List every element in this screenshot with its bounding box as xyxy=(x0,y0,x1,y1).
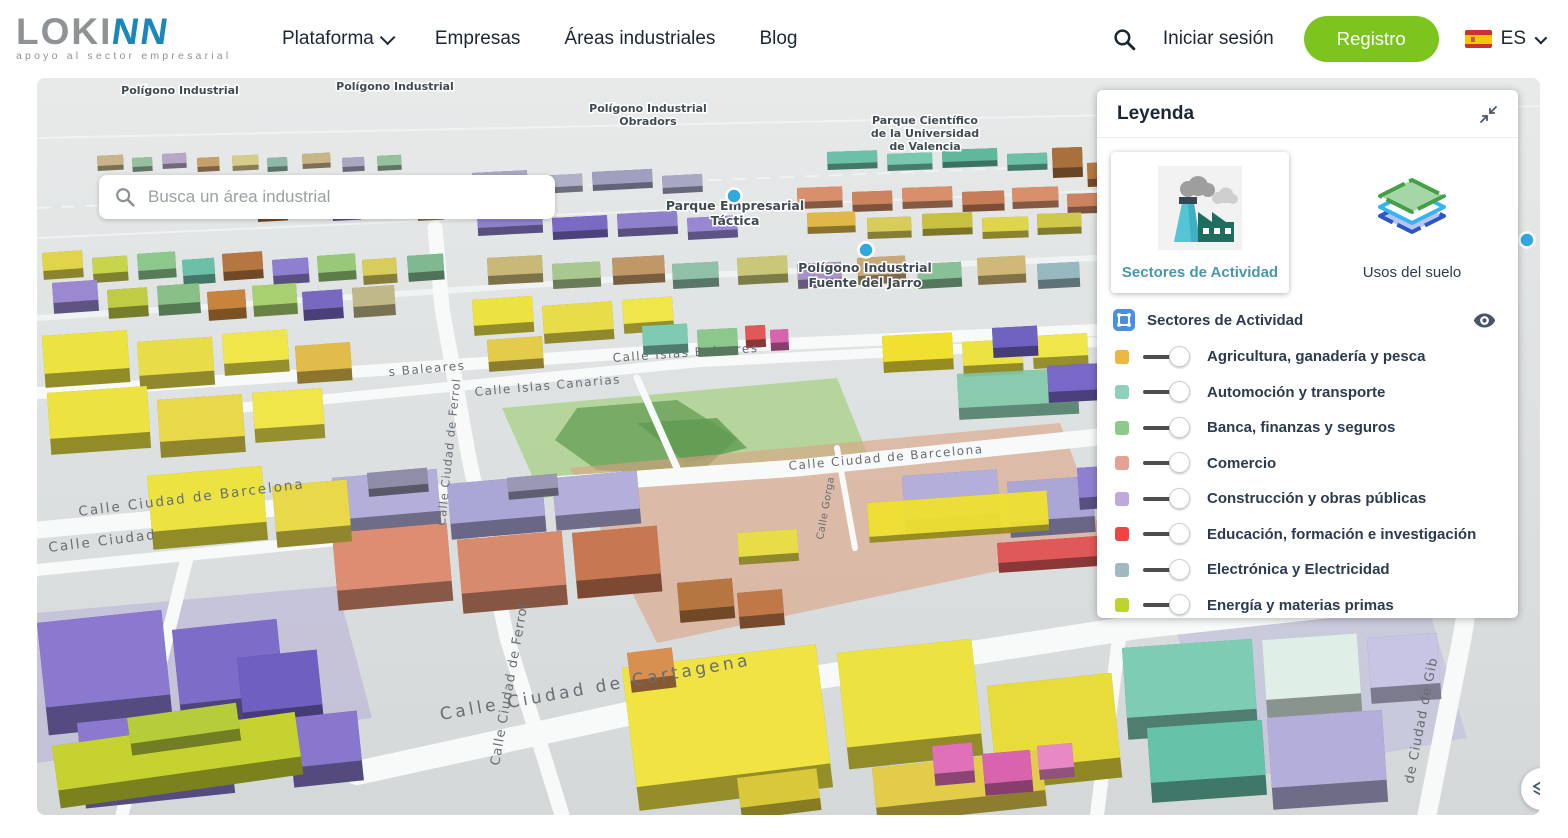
language-selector[interactable]: ES xyxy=(1465,28,1544,50)
svg-text:Polígono Industrial: Polígono Industrial xyxy=(336,80,454,93)
sector-opacity-slider[interactable] xyxy=(1143,523,1199,545)
sector-row: Educación, formación e investigación xyxy=(1115,517,1518,553)
lokinn-logo[interactable]: LOKINN apoyo al sector empresarial xyxy=(16,17,254,62)
sector-label: Agricultura, ganadería y pesca xyxy=(1207,348,1425,365)
sector-row: Agricultura, ganadería y pesca xyxy=(1115,339,1518,375)
sector-label: Educación, formación e investigación xyxy=(1207,526,1476,543)
main-nav: Plataforma Empresas Áreas industriales B… xyxy=(282,28,797,50)
search-icon[interactable] xyxy=(1112,27,1137,52)
sector-label: Electrónica y Electricidad xyxy=(1207,561,1390,578)
svg-text:Polígono IndustrialFuente del: Polígono IndustrialFuente del Jarro xyxy=(798,260,932,290)
sector-color-swatch xyxy=(1115,456,1129,470)
legend-title: Leyenda xyxy=(1117,103,1194,125)
legend-panel: Leyenda xyxy=(1097,90,1518,618)
spain-flag-icon xyxy=(1465,30,1492,48)
layers-icon xyxy=(1531,778,1540,800)
language-code: ES xyxy=(1501,28,1526,50)
logo-wordmark: LOKINN xyxy=(16,17,254,47)
nav-item-plataforma[interactable]: Plataforma xyxy=(282,28,391,50)
sector-label: Construcción y obras públicas xyxy=(1207,490,1426,507)
sector-color-swatch xyxy=(1115,563,1129,577)
sector-color-swatch xyxy=(1115,385,1129,399)
legend-header: Leyenda xyxy=(1097,90,1518,138)
sector-color-swatch xyxy=(1115,598,1129,612)
vector-square-icon xyxy=(1113,309,1135,331)
sector-label: Energía y materias primas xyxy=(1207,597,1394,614)
sector-label: Comercio xyxy=(1207,455,1276,472)
sector-color-swatch xyxy=(1115,350,1129,364)
sector-opacity-slider[interactable] xyxy=(1143,417,1199,439)
search-icon xyxy=(114,186,136,208)
map-marker[interactable] xyxy=(859,243,874,258)
header-actions: Iniciar sesión Registro ES xyxy=(1112,16,1544,62)
factory-icon xyxy=(1158,166,1242,250)
sector-opacity-slider[interactable] xyxy=(1143,488,1199,510)
sector-row: Electrónica y Electricidad xyxy=(1115,552,1518,588)
login-link[interactable]: Iniciar sesión xyxy=(1163,28,1274,50)
sector-opacity-slider[interactable] xyxy=(1143,594,1199,616)
sector-opacity-slider[interactable] xyxy=(1143,346,1199,368)
sector-label: Banca, finanzas y seguros xyxy=(1207,419,1395,436)
sector-color-swatch xyxy=(1115,527,1129,541)
legend-section-title: Sectores de Actividad xyxy=(1147,312,1473,329)
map-search-box xyxy=(99,175,555,219)
map-marker[interactable] xyxy=(1520,233,1535,248)
nav-item-areas-industriales[interactable]: Áreas industriales xyxy=(564,28,715,50)
sector-row: Construcción y obras públicas xyxy=(1115,481,1518,517)
land-use-layers-icon xyxy=(1370,166,1454,250)
sector-row: Energía y materias primas xyxy=(1115,588,1518,619)
sector-color-swatch xyxy=(1115,492,1129,506)
sector-list: Agricultura, ganadería y pesca Automoción… xyxy=(1097,335,1518,618)
tab-label: Usos del suelo xyxy=(1329,264,1495,281)
search-input[interactable] xyxy=(148,187,555,207)
register-button[interactable]: Registro xyxy=(1304,16,1439,62)
nav-item-blog[interactable]: Blog xyxy=(759,28,797,50)
visibility-eye-icon[interactable] xyxy=(1473,313,1496,328)
nav-item-empresas[interactable]: Empresas xyxy=(435,28,521,50)
sector-row: Comercio xyxy=(1115,446,1518,482)
sector-label: Automoción y transporte xyxy=(1207,384,1385,401)
sector-opacity-slider[interactable] xyxy=(1143,452,1199,474)
top-navbar: LOKINN apoyo al sector empresarial Plata… xyxy=(0,0,1568,78)
sector-opacity-slider[interactable] xyxy=(1143,559,1199,581)
map-marker[interactable] xyxy=(727,189,742,204)
sector-row: Automoción y transporte xyxy=(1115,375,1518,411)
legend-tabs: Sectores de Actividad Usos del suelo xyxy=(1097,138,1518,299)
tab-label: Sectores de Actividad xyxy=(1117,264,1283,281)
chevron-down-icon xyxy=(1535,31,1548,44)
svg-text:Polígono Industrial: Polígono Industrial xyxy=(121,84,239,97)
legend-section-header: Sectores de Actividad xyxy=(1097,299,1518,335)
tab-sectores-de-actividad[interactable]: Sectores de Actividad xyxy=(1111,152,1289,293)
sector-opacity-slider[interactable] xyxy=(1143,381,1199,403)
chevron-down-icon xyxy=(380,29,396,45)
sector-row: Banca, finanzas y seguros xyxy=(1115,410,1518,446)
sector-color-swatch xyxy=(1115,421,1129,435)
collapse-icon[interactable] xyxy=(1479,105,1498,124)
tab-usos-del-suelo[interactable]: Usos del suelo xyxy=(1323,152,1501,293)
